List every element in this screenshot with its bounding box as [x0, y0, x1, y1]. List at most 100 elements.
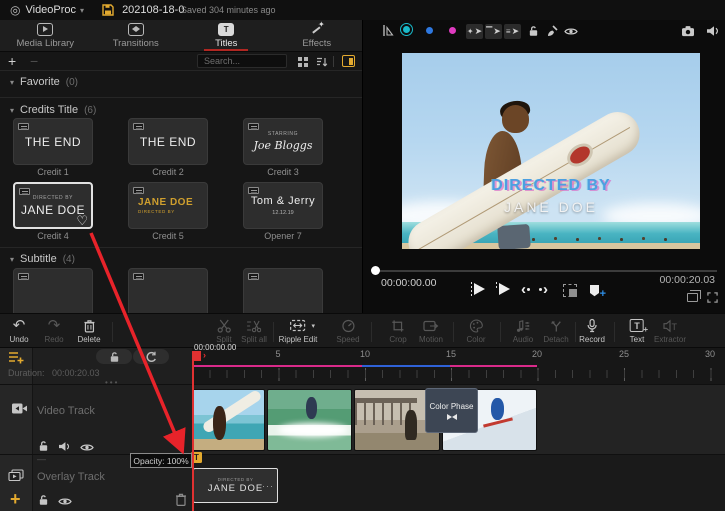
step-back-button[interactable]: ‹ [521, 281, 530, 298]
overlay-track-icon[interactable] [8, 469, 24, 487]
app-name[interactable]: VideoProc [25, 4, 76, 16]
row-resize-handle[interactable]: — [37, 454, 46, 464]
add-track-icon[interactable] [8, 350, 24, 369]
lock-icon[interactable] [528, 25, 539, 37]
flip-ruler-icon[interactable] [381, 24, 394, 37]
motion-button[interactable]: Motion [419, 317, 443, 344]
eye-icon[interactable] [58, 493, 72, 511]
playhead-line[interactable] [192, 351, 194, 511]
delete-button[interactable]: Delete [77, 317, 100, 344]
add-overlay-button[interactable]: + [10, 490, 21, 508]
progress-handle[interactable] [371, 266, 380, 275]
split-all-button[interactable]: Split all [241, 317, 267, 344]
ripple-edit-icon: ▾ [290, 317, 306, 334]
clip-surfer[interactable] [192, 389, 265, 451]
color-dot-cyan-selected[interactable] [400, 23, 413, 36]
add-marker-button[interactable]: + [587, 283, 602, 297]
tab-transitions[interactable]: Transitions [91, 20, 182, 51]
preview-progress-bar[interactable] [373, 270, 717, 272]
lock-icon[interactable] [38, 493, 49, 511]
ripple-edit-button[interactable]: ▾ Ripple Edit [279, 317, 318, 344]
section-favorite[interactable]: ▾ Favorite (0) [10, 75, 78, 89]
preview-title-line1[interactable]: DIRECTED BY [402, 177, 700, 195]
app-menu-caret-icon[interactable]: ▾ [80, 6, 84, 15]
undo-button[interactable]: ↶ Undo [9, 317, 28, 344]
keyframe-cursor-star-icon[interactable]: ✦➤ [466, 24, 483, 39]
title-card-credit-1[interactable]: THE END [13, 118, 93, 165]
ruler-minor-ticks[interactable] [192, 370, 725, 378]
play-button[interactable] [496, 282, 512, 298]
media-library-icon [37, 23, 53, 36]
video-track-icon[interactable] [11, 402, 28, 420]
color-button[interactable]: Color [466, 317, 485, 344]
split-button[interactable]: Split [216, 317, 232, 344]
library-toolbar: + − [0, 52, 362, 70]
step-forward-button[interactable]: › [539, 281, 548, 298]
record-button[interactable]: Record [579, 317, 605, 344]
save-icon[interactable] [102, 4, 114, 16]
duplicate-window-icon[interactable] [687, 293, 698, 302]
audio-icon [516, 317, 530, 334]
eye-icon[interactable] [564, 27, 578, 36]
title-card-opener-7[interactable]: Tom & Jerry 12.12.19 [243, 182, 323, 229]
color-dot-blue[interactable] [426, 27, 433, 34]
lock-track-button[interactable] [96, 349, 132, 364]
preview-title-line2[interactable]: JANE DOE [402, 199, 700, 215]
snapshot-region-button[interactable] [563, 284, 577, 297]
divider [112, 322, 113, 342]
keyframe-cursor-lines-icon[interactable]: ≡➤ [504, 24, 521, 39]
eye-icon[interactable] [80, 439, 94, 457]
tab-titles[interactable]: T Titles [181, 20, 272, 51]
clip-menu-dots[interactable]: ··· [262, 481, 274, 491]
color-dot-magenta[interactable] [449, 27, 456, 34]
subtitle-card-1[interactable]: orem ipsum dolor sit amet, consectetur a… [13, 268, 93, 313]
mute-icon[interactable] [58, 439, 71, 457]
playhead-grip[interactable] [192, 351, 201, 361]
transition-color-phase[interactable]: Color Phase [425, 388, 478, 433]
title-card-credit-2[interactable]: THE END [128, 118, 208, 165]
section-subtitle[interactable]: ▾ Subtitle (4) [10, 252, 75, 266]
loop-playback-button[interactable] [133, 349, 169, 364]
camera-snapshot-icon[interactable] [681, 25, 695, 37]
section-credits-title[interactable]: ▾ Credits Title (6) [10, 103, 96, 117]
grid-view-icon[interactable] [298, 57, 302, 61]
crop-icon [392, 317, 405, 334]
overlay-title-clip[interactable]: DIRECTED BY JANE DOE ··· [193, 468, 278, 503]
current-time: 00:00:00.00 [381, 277, 436, 289]
trash-icon[interactable] [175, 493, 187, 511]
crop-button[interactable]: Crop [389, 317, 406, 344]
text-button[interactable]: T+ Text [630, 317, 645, 344]
clip-wakesurf[interactable] [267, 389, 352, 451]
keyframe-cursor-bar-icon[interactable]: ▔➤ [485, 24, 502, 39]
opacity-tooltip: Opacity: 100% [130, 453, 192, 468]
search-input[interactable] [197, 54, 287, 68]
brush-icon[interactable] [546, 25, 558, 37]
main-tabs: Media Library Transitions T Titles Effec… [0, 20, 362, 52]
redo-icon: ↷ [48, 317, 61, 334]
subtitle-card-2[interactable] [128, 268, 208, 313]
tab-media-library[interactable]: Media Library [0, 20, 91, 51]
add-title-button[interactable]: + [8, 53, 16, 69]
preview-panel: ✦➤ ▔➤ ≡➤ DIRE [362, 20, 725, 313]
duration-label: Duration: [8, 368, 45, 378]
play-from-start-button[interactable] [471, 282, 487, 298]
detach-button[interactable]: Detach [543, 317, 568, 344]
fullscreen-icon[interactable] [707, 292, 718, 303]
collapse-panel-icon[interactable] [342, 55, 355, 67]
title-thumb-badge-icon [248, 273, 259, 280]
speed-button[interactable]: Speed [336, 317, 359, 344]
audio-button[interactable]: Audio [513, 317, 533, 344]
speaker-icon[interactable] [706, 25, 720, 37]
extractor-button[interactable]: T Extractor [654, 317, 686, 344]
title-card-credit-3[interactable]: STARRING Joe Bloggs [243, 118, 323, 165]
ruler-mark: 25 [619, 349, 629, 359]
subtitle-card-3[interactable]: orem ipsum dolor sit amet, consectetur a… [243, 268, 323, 313]
title-card-credit-5[interactable]: JANE DOE DIRECTED BY [128, 182, 208, 229]
tab-effects[interactable]: Effects [272, 20, 363, 51]
remove-title-button[interactable]: − [30, 53, 38, 69]
title-card-credit-4-selected[interactable]: DIRECTED BY JANE DOE ♡ [13, 182, 93, 229]
redo-button[interactable]: ↷ Redo [44, 317, 63, 344]
project-name[interactable]: 202108-18-0 [122, 4, 184, 16]
favorite-heart-icon[interactable]: ♡ [76, 213, 88, 229]
track-grip-dots[interactable]: ••• [105, 378, 119, 387]
